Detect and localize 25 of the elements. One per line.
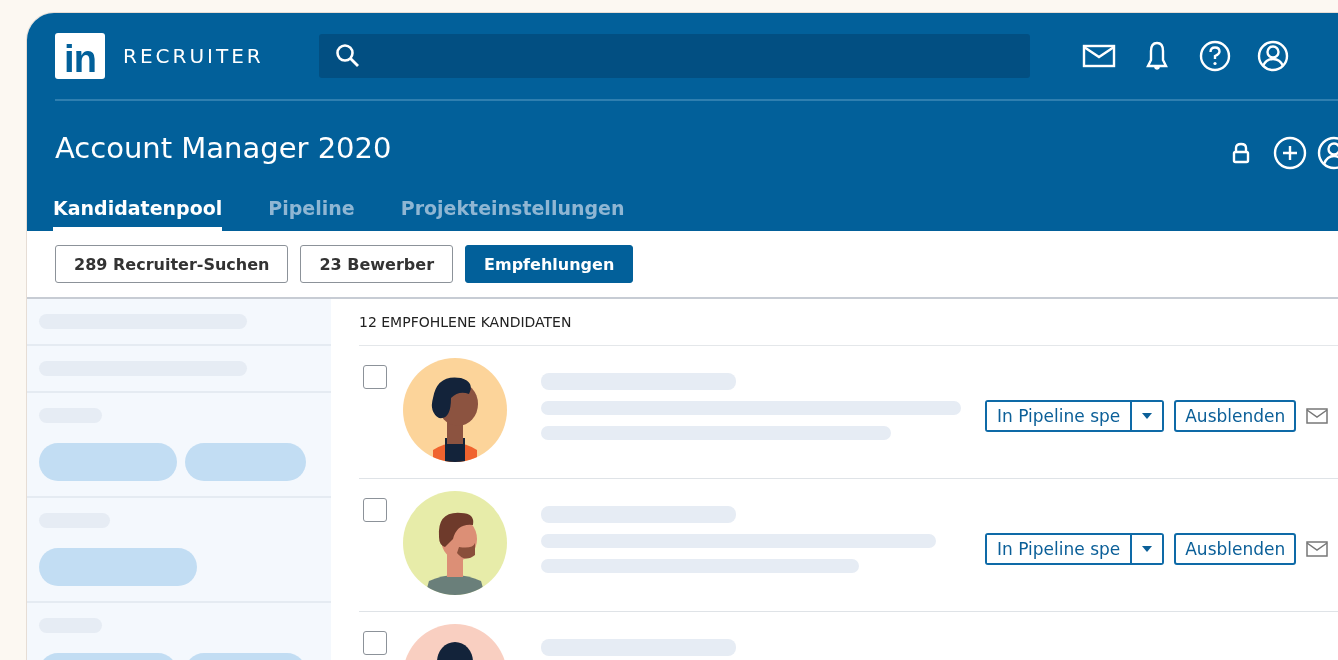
hide-button[interactable]: Ausblenden bbox=[1174, 533, 1297, 565]
lock-icon[interactable] bbox=[1231, 141, 1251, 165]
checkbox[interactable] bbox=[363, 498, 387, 522]
filter-button[interactable]: Empfehlungen bbox=[465, 245, 634, 283]
search-icon bbox=[335, 43, 361, 69]
product-name: RECRUITER bbox=[123, 44, 265, 68]
caret-icon bbox=[1142, 546, 1153, 552]
checkbox[interactable] bbox=[363, 365, 387, 389]
project-title: Account Manager 2020 bbox=[55, 130, 392, 167]
dropdown-button[interactable] bbox=[1130, 535, 1163, 563]
filter-button[interactable]: 23 Bewerber bbox=[300, 245, 454, 283]
caret-icon bbox=[1142, 413, 1153, 419]
list-heading: 12 EMPFOHLENE KANDIDATEN bbox=[359, 299, 1338, 346]
add-icon[interactable] bbox=[1273, 136, 1307, 170]
mail-icon[interactable] bbox=[1306, 408, 1329, 424]
filter-button[interactable]: 289 Recruiter-Suchen bbox=[55, 245, 289, 283]
search-field[interactable] bbox=[319, 34, 1030, 78]
linkedin-logo[interactable]: in bbox=[55, 33, 105, 79]
dropdown-button[interactable] bbox=[1130, 402, 1163, 430]
profile-icon[interactable] bbox=[1256, 39, 1290, 73]
mail-icon[interactable] bbox=[1306, 541, 1329, 557]
checkbox[interactable] bbox=[363, 631, 387, 655]
tab[interactable]: Kandidatenpool bbox=[53, 187, 223, 231]
hide-button[interactable]: Ausblenden bbox=[1174, 400, 1297, 432]
help-icon[interactable] bbox=[1198, 39, 1232, 73]
